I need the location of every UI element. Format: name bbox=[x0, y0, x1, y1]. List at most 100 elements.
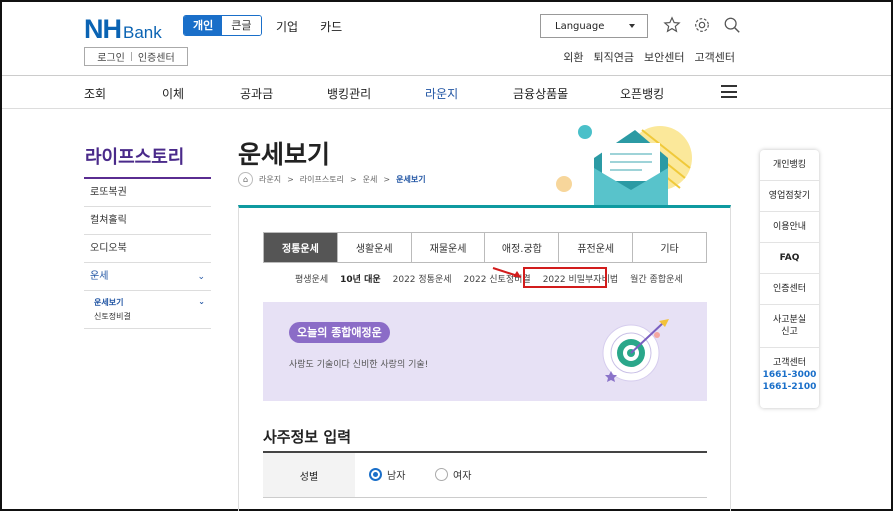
lnb-sub-fortune-view[interactable]: 운세보기 ⌄ bbox=[94, 297, 205, 308]
gnb-products[interactable]: 금융상품몰 bbox=[513, 85, 620, 102]
tab-etc[interactable]: 기타 bbox=[633, 233, 706, 262]
radio-unchecked-icon bbox=[435, 468, 448, 481]
language-label: Language bbox=[555, 20, 605, 32]
language-select[interactable]: Language bbox=[540, 14, 648, 38]
quick-faq[interactable]: FAQ bbox=[760, 243, 819, 274]
lnb-item-fortune[interactable]: 운세 ⌄ bbox=[84, 263, 211, 291]
subtab-10year[interactable]: 10년 대운 bbox=[340, 272, 381, 285]
divider bbox=[130, 52, 132, 61]
star-icon[interactable] bbox=[663, 16, 681, 34]
gender-female-radio[interactable]: 여자 bbox=[435, 467, 471, 482]
chevron-down-icon: ⌄ bbox=[197, 272, 205, 282]
util-security[interactable]: 보안센터 bbox=[644, 49, 684, 65]
lnb-submenu: 운세보기 ⌄ 신토정비결 bbox=[84, 291, 211, 329]
tab-wealth[interactable]: 재물운세 bbox=[412, 233, 486, 262]
utility-links: 외환 퇴직연금 보안센터 고객센터 bbox=[563, 49, 735, 65]
banner-badge: 오늘의 종합애정운 bbox=[289, 322, 390, 343]
lnb-item-culture[interactable]: 컬쳐홀릭 bbox=[84, 207, 211, 235]
gear-icon[interactable] bbox=[693, 16, 711, 34]
divider bbox=[2, 75, 891, 76]
large-font-tab[interactable]: 큰글 bbox=[222, 16, 261, 35]
page-title: 운세보기 bbox=[238, 140, 331, 169]
lnb-item-label: 오디오북 bbox=[90, 243, 127, 254]
quick-cs-label: 고객센터 bbox=[772, 358, 807, 368]
top-nav: 기업 카드 bbox=[276, 18, 342, 35]
subtab-monthly[interactable]: 월간 종합운세 bbox=[630, 272, 683, 285]
menu-icon[interactable] bbox=[721, 85, 737, 98]
lnb-item-label: 운세 bbox=[90, 271, 109, 282]
fortune-subtabs: 평생운세 10년 대운 2022 정통운세 2022 신토정비결 2022 비밀… bbox=[295, 272, 683, 285]
gnb-lounge[interactable]: 라운지 bbox=[425, 85, 513, 102]
side-nav: 로또복권 컬쳐홀릭 오디오북 운세 ⌄ 운세보기 ⌄ 신토정비결 bbox=[84, 179, 211, 329]
subtab-2022-classic[interactable]: 2022 정통운세 bbox=[393, 272, 452, 285]
lnb-item-audiobook[interactable]: 오디오북 bbox=[84, 235, 211, 263]
personal-tab[interactable]: 개인 bbox=[184, 16, 223, 35]
login-box: 로그인 인증센터 bbox=[84, 47, 188, 66]
breadcrumb-item[interactable]: 라이프스토리 bbox=[300, 174, 344, 185]
login-link[interactable]: 로그인 bbox=[97, 49, 125, 64]
breadcrumb-sep: > bbox=[383, 175, 391, 184]
quick-branch-finder[interactable]: 영업점찾기 bbox=[760, 181, 819, 212]
gnb-transfer[interactable]: 이체 bbox=[162, 85, 240, 102]
quick-customer-center[interactable]: 고객센터 1661-3000 1661-2100 bbox=[760, 348, 819, 402]
quick-cert-center[interactable]: 인증센터 bbox=[760, 274, 819, 305]
logo-nh: NH bbox=[84, 14, 122, 44]
lnb-item-lotto[interactable]: 로또복권 bbox=[84, 179, 211, 207]
breadcrumb-item[interactable]: 운세 bbox=[363, 174, 378, 185]
quick-lost-report[interactable]: 사고분실 신고 bbox=[760, 305, 819, 348]
util-forex[interactable]: 외환 bbox=[563, 49, 583, 65]
lnb-item-label: 컬쳐홀릭 bbox=[90, 215, 127, 226]
highlight-box bbox=[523, 267, 607, 288]
quick-tel-1: 1661-3000 bbox=[762, 370, 817, 380]
envelope-illustration bbox=[556, 125, 692, 206]
arrow-annotation-icon bbox=[492, 267, 522, 278]
quick-menu: 개인뱅킹 영업점찾기 이용안내 FAQ 인증센터 사고분실 신고 고객센터 16… bbox=[760, 150, 819, 408]
quick-personal-banking[interactable]: 개인뱅킹 bbox=[760, 150, 819, 181]
nh-bank-logo[interactable]: NH Bank bbox=[84, 14, 162, 45]
search-icon[interactable] bbox=[723, 16, 741, 34]
tab-fusion[interactable]: 퓨전운세 bbox=[559, 233, 634, 262]
personal-largefont-toggle: 개인 큰글 bbox=[183, 15, 262, 36]
banner-description: 사랑도 기술이다 신비한 사랑의 기술! bbox=[289, 360, 429, 370]
breadcrumb-item[interactable]: 라운지 bbox=[259, 174, 281, 185]
subtab-lifetime[interactable]: 평생운세 bbox=[295, 272, 328, 285]
gender-male-radio[interactable]: 남자 bbox=[369, 467, 405, 482]
divider bbox=[2, 108, 891, 109]
util-pension[interactable]: 퇴직연금 bbox=[594, 49, 634, 65]
chevron-down-icon bbox=[629, 24, 635, 28]
quick-tel-2: 1661-2100 bbox=[762, 382, 817, 392]
tab-love[interactable]: 애정.궁합 bbox=[485, 233, 560, 262]
lnb-sub-tojeong[interactable]: 신토정비결 bbox=[94, 311, 205, 322]
home-icon[interactable]: ⌂ bbox=[238, 172, 253, 187]
gender-row: 성별 남자 여자 bbox=[263, 453, 707, 498]
logo-bank: Bank bbox=[123, 23, 162, 42]
breadcrumb: ⌂ 라운지 > 라이프스토리 > 운세 > 운세보기 bbox=[238, 172, 426, 187]
radio-label: 여자 bbox=[453, 471, 472, 482]
util-customer[interactable]: 고객센터 bbox=[695, 49, 735, 65]
quick-lost-line2: 신고 bbox=[781, 327, 798, 337]
lnb-item-label: 로또복권 bbox=[90, 187, 127, 198]
section-title: 사주정보 입력 bbox=[263, 428, 352, 446]
breadcrumb-sep: > bbox=[349, 175, 357, 184]
target-icon bbox=[602, 319, 669, 382]
cert-center-link[interactable]: 인증센터 bbox=[138, 49, 175, 64]
breadcrumb-current: 운세보기 bbox=[396, 175, 426, 184]
main-nav: 조회 이체 공과금 뱅킹관리 라운지 금융상품몰 오픈뱅킹 bbox=[84, 85, 710, 102]
header-icons bbox=[663, 16, 741, 34]
tab-classic[interactable]: 정통운세 bbox=[264, 233, 338, 262]
lnb-sub-label: 운세보기 bbox=[94, 298, 124, 307]
gnb-banking-mgmt[interactable]: 뱅킹관리 bbox=[327, 85, 425, 102]
nav-corporate[interactable]: 기업 bbox=[276, 18, 298, 35]
gnb-utility-bill[interactable]: 공과금 bbox=[240, 85, 327, 102]
gnb-inquiry[interactable]: 조회 bbox=[84, 85, 162, 102]
gnb-open-banking[interactable]: 오픈뱅킹 bbox=[620, 85, 710, 102]
quick-guide[interactable]: 이용안내 bbox=[760, 212, 819, 243]
radio-label: 남자 bbox=[387, 471, 406, 482]
gender-label: 성별 bbox=[263, 453, 355, 497]
quick-lost-line1: 사고분실 bbox=[772, 315, 807, 325]
tab-life[interactable]: 생활운세 bbox=[338, 233, 412, 262]
radio-checked-icon bbox=[369, 468, 382, 481]
lnb-title: 라이프스토리 bbox=[85, 147, 185, 168]
nav-card[interactable]: 카드 bbox=[320, 18, 342, 35]
chevron-down-icon: ⌄ bbox=[198, 297, 205, 306]
